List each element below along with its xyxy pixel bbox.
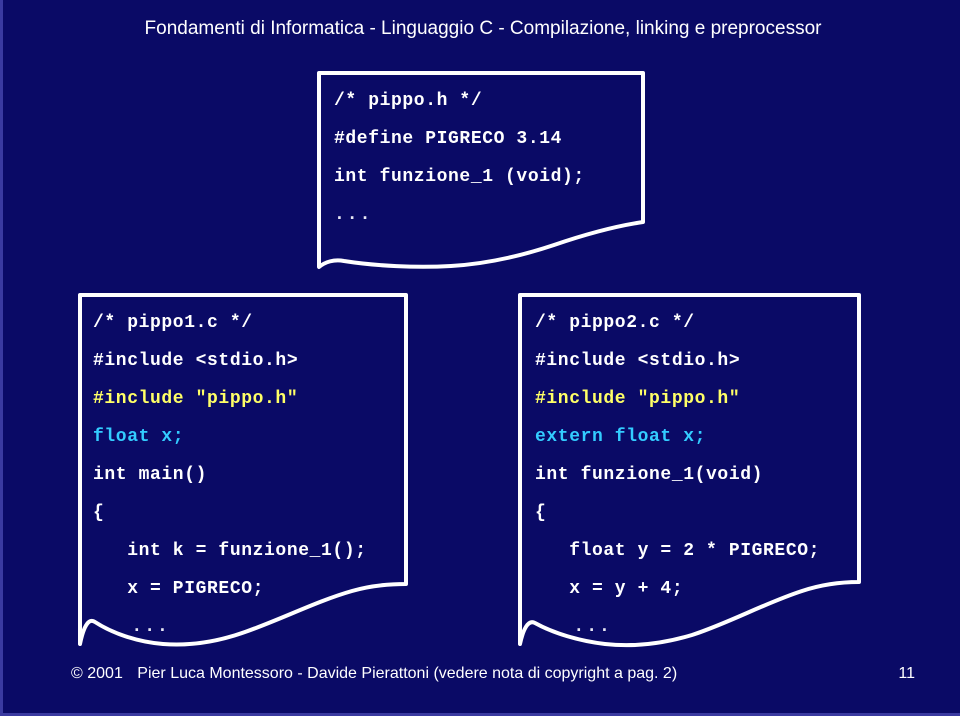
code-line: ... <box>535 617 612 637</box>
code-line: /* pippo2.c */ <box>535 313 695 333</box>
code-line: #include "pippo.h" <box>535 389 741 409</box>
code-line: int k = funzione_1(); <box>93 541 367 561</box>
code-line: x = PIGRECO; <box>93 579 265 599</box>
slide-footer: © 2001 Pier Luca Montessoro - Davide Pie… <box>3 665 960 687</box>
copyright-notice: © 2001 Pier Luca Montessoro - Davide Pie… <box>71 665 677 683</box>
code-lines-pippo1-c: /* pippo1.c */ #include <stdio.h> #inclu… <box>77 292 409 646</box>
slide-canvas: Fondamenti di Informatica - Linguaggio C… <box>0 0 960 716</box>
code-card-pippo-h: /* pippo.h */ #define PIGRECO 3.14 int f… <box>316 70 646 270</box>
code-lines-pippo2-c: /* pippo2.c */ #include <stdio.h> #inclu… <box>517 292 862 646</box>
code-line: ... <box>93 617 170 637</box>
code-line: #include "pippo.h" <box>93 389 299 409</box>
code-line: #define PIGRECO 3.14 <box>334 129 563 149</box>
code-lines-pippo-h: /* pippo.h */ #define PIGRECO 3.14 int f… <box>316 70 646 234</box>
code-line: int funzione_1 (void); <box>334 167 585 187</box>
code-line: int funzione_1(void) <box>535 465 764 485</box>
code-card-pippo1-c: /* pippo1.c */ #include <stdio.h> #inclu… <box>77 292 409 647</box>
code-line: int main() <box>93 465 208 485</box>
code-line: extern float x; <box>535 427 707 447</box>
code-card-pippo2-c: /* pippo2.c */ #include <stdio.h> #inclu… <box>517 292 862 648</box>
code-line: { <box>535 503 547 523</box>
code-line: /* pippo1.c */ <box>93 313 253 333</box>
code-line: x = y + 4; <box>535 579 684 599</box>
copyright-symbol: © <box>71 665 83 682</box>
page-title: Fondamenti di Informatica - Linguaggio C… <box>144 18 822 39</box>
copyright-year: 2001 <box>87 665 123 682</box>
code-line: ... <box>334 205 373 225</box>
code-line: #include <stdio.h> <box>93 351 299 371</box>
code-line: /* pippo.h */ <box>334 91 483 111</box>
code-line: float x; <box>93 427 185 447</box>
copyright-authors: Pier Luca Montessoro - Davide Pierattoni… <box>137 665 678 682</box>
code-line: float y = 2 * PIGRECO; <box>535 541 821 561</box>
page-number: 11 <box>898 665 915 682</box>
code-line: { <box>93 503 105 523</box>
code-line: #include <stdio.h> <box>535 351 741 371</box>
